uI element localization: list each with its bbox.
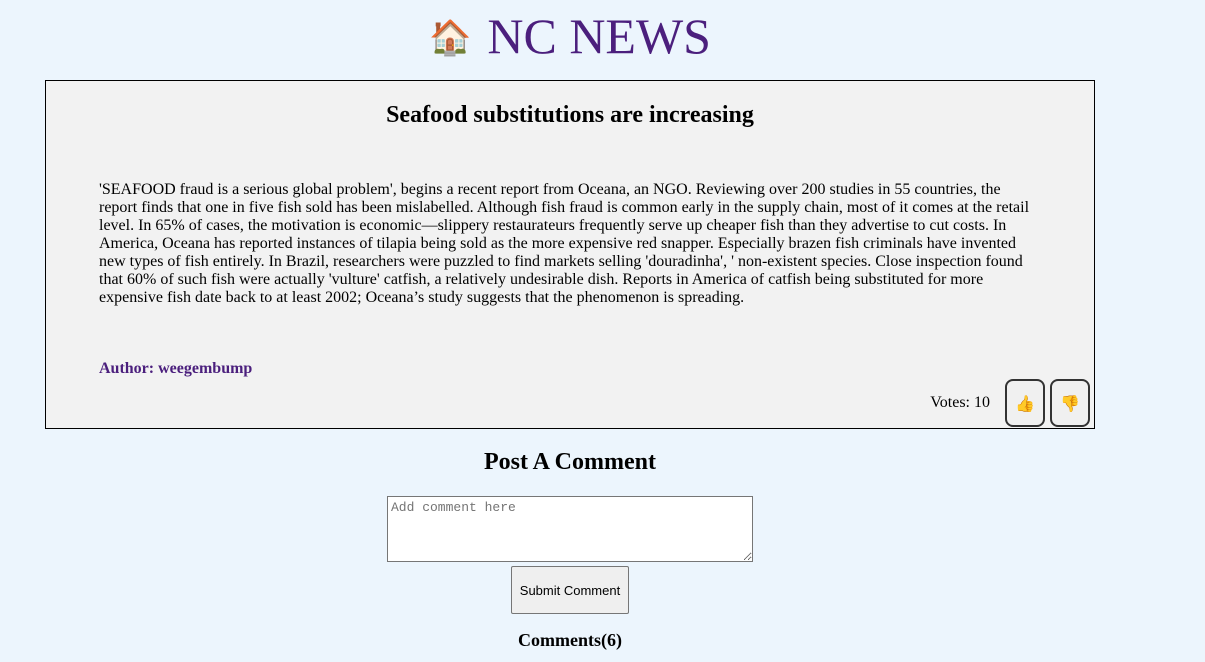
site-title[interactable]: NC NEWS — [487, 11, 711, 61]
votes-count: Votes: 10 — [930, 394, 990, 411]
home-icon[interactable]: 🏠 — [429, 21, 471, 55]
downvote-button[interactable]: 👎 — [1050, 379, 1090, 427]
thumbs-up-icon: 👍 — [1015, 393, 1035, 413]
thumbs-down-icon: 👎 — [1060, 393, 1080, 413]
submit-comment-button[interactable]: Submit Comment — [511, 566, 629, 614]
post-comment-heading: Post A Comment — [484, 449, 656, 475]
article-author[interactable]: Author: weegembump — [99, 360, 252, 378]
vote-area: Votes: 10 👍 👎 — [930, 379, 1090, 427]
upvote-button[interactable]: 👍 — [1005, 379, 1045, 427]
article-body: 'SEAFOOD fraud is a serious global probl… — [99, 181, 1030, 306]
comment-input[interactable] — [387, 496, 753, 562]
site-header: 🏠 NC NEWS — [0, 0, 1140, 72]
article-card: Seafood substitutions are increasing 'SE… — [45, 80, 1095, 429]
article-title: Seafood substitutions are increasing — [386, 102, 754, 128]
comments-count-heading: Comments(6) — [518, 630, 622, 650]
